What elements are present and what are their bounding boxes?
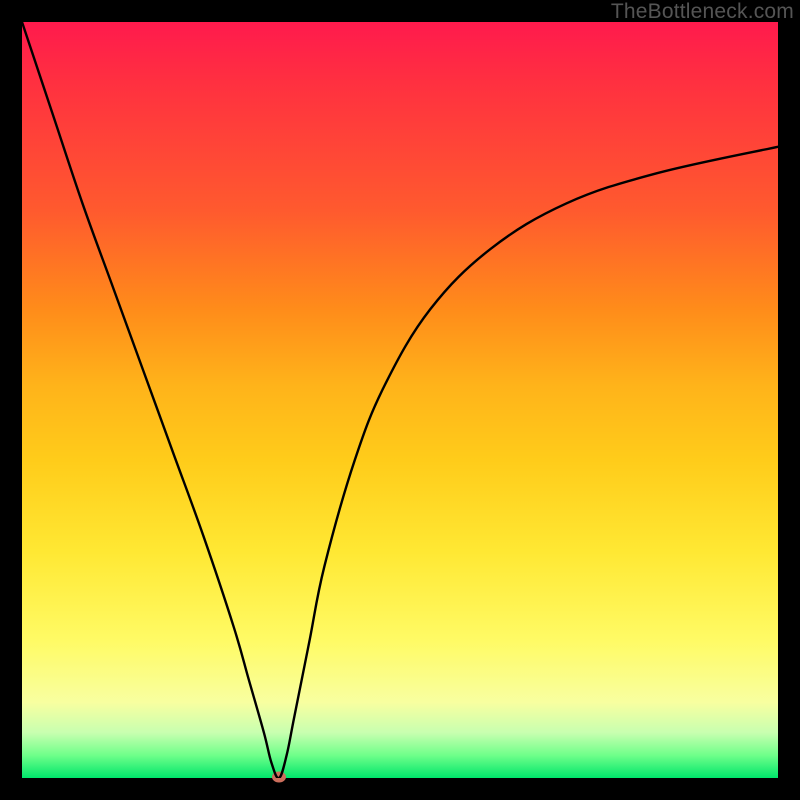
watermark-text: TheBottleneck.com (611, 0, 794, 24)
chart-frame: TheBottleneck.com (0, 0, 800, 800)
plot-area (22, 22, 778, 778)
bottleneck-curve (22, 22, 778, 778)
